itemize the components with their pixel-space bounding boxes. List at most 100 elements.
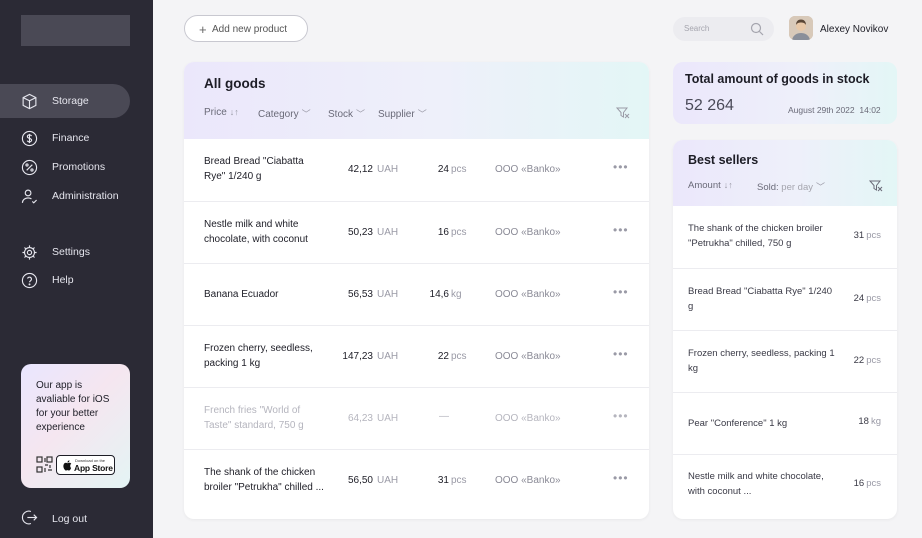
sidebar-item-label: Settings [52,246,90,258]
more-options-icon[interactable]: ••• [613,471,629,486]
qty-value: 31 [853,230,865,241]
list-item[interactable]: Bread Bread "Ciabatta Rye" 1/240 g 24 pcs [673,268,897,330]
qty-value: 22 [853,355,865,366]
sidebar-item-label: Storage [52,95,89,107]
amount-sort-label: Amount [688,180,721,191]
qty-unit: kg [451,289,462,300]
qty-unit: kg [870,416,881,427]
qty-unit: pcs [451,164,467,175]
product-price: 56,50 [347,475,373,486]
plus-icon: + [199,22,207,37]
help-icon [21,272,38,289]
sold-label: Sold: [757,182,779,193]
table-row[interactable]: Banana Ecuador 56,53 UAH 14,6 kg ООО «Ba… [184,263,649,325]
list-item[interactable]: Nestle milk and white chocolate, with co… [673,454,897,516]
list-item[interactable]: Pear "Conference" 1 kg 18 kg [673,392,897,454]
product-qty: 24 [437,164,449,175]
user-check-icon [21,189,37,204]
time-text: 14:02 [859,105,881,115]
total-stock-title: Total amount of goods in stock [685,72,870,86]
promo-text: Our app is avaliable for iOS for your be… [36,380,110,433]
bestseller-qty: 22 pcs [843,355,881,366]
qty-unit: pcs [451,475,467,486]
sort-icon: ↓↑ [229,107,239,117]
sidebar-item-label: Help [52,274,74,286]
chevron-down-icon: ﹀ [815,182,825,192]
table-row[interactable]: Nestle milk and white chocolate, with co… [184,201,649,263]
supplier: ООО «Banko» [495,289,561,300]
table-row[interactable]: Frozen cherry, seedless, packing 1 kg 14… [184,325,649,387]
username[interactable]: Alexey Novikov [820,24,888,35]
product-price: 42,12 [347,164,373,175]
best-sellers-title: Best sellers [688,153,759,167]
currency: UAH [377,227,399,238]
search-input[interactable]: Search [673,17,774,41]
more-options-icon[interactable]: ••• [613,347,629,362]
product-name: The shank of the chicken broiler "Petruk… [204,467,324,493]
logout-button[interactable]: Log out [0,505,130,531]
add-product-button[interactable]: + Add new product [184,15,308,42]
date-text: August 29th 2022 [788,105,855,115]
sidebar-item-administration[interactable]: Administration [0,179,130,213]
qty-value: 18 [858,416,869,427]
category-filter[interactable]: Category ﹀ [258,107,311,120]
qty-value: 24 [853,293,865,304]
qty-unit: pcs [866,478,881,489]
category-filter-label: Category [258,109,299,120]
product-qty: 16 [437,227,449,238]
app-promo-card: Our app is avaliable for iOS for your be… [21,364,130,488]
list-item[interactable]: The shank of the chicken broiler "Petruk… [673,206,897,268]
all-goods-title: All goods [204,76,266,91]
gear-icon [22,245,37,260]
more-options-icon[interactable]: ••• [613,223,629,238]
bestseller-name: Bread Bread "Ciabatta Rye" 1/240 g [688,286,833,312]
chevron-down-icon: ﹀ [417,109,427,119]
store-big-text: App Store [74,463,113,473]
table-row[interactable]: Bread Bread "Ciabatta Rye" 1/240 g 42,12… [184,139,649,201]
qty-value: 16 [853,478,865,489]
currency: UAH [377,475,399,486]
product-price: 50,23 [347,227,373,238]
more-options-icon[interactable]: ••• [613,285,629,300]
sold-period-select[interactable]: Sold: per day ﹀ [757,180,825,193]
supplier: ООО «Banko» [495,164,561,175]
more-options-icon[interactable]: ••• [613,160,629,175]
search-icon[interactable] [750,22,764,36]
avatar[interactable] [789,16,813,40]
bestseller-name: Nestle milk and white chocolate, with co… [688,471,824,497]
app-store-button[interactable]: Download on the App Store [56,455,115,475]
bestseller-qty: 16 pcs [843,478,881,489]
currency: UAH [377,413,399,424]
logout-icon [21,510,38,525]
amount-sort[interactable]: Amount ↓↑ [688,180,733,191]
more-options-icon[interactable]: ••• [613,409,629,424]
clear-filter-icon[interactable] [616,107,630,119]
product-price: 147,23 [342,351,373,362]
price-filter-label: Price [204,107,227,118]
sidebar-item-help[interactable]: Help [0,263,130,297]
sidebar-item-storage[interactable]: Storage [0,84,130,118]
stock-filter[interactable]: Stock ﹀ [328,107,365,120]
sold-period-value: per day [781,182,813,193]
list-item[interactable]: Frozen cherry, seedless, packing 1 kg 22… [673,330,897,392]
table-row[interactable]: The shank of the chicken broiler "Petruk… [184,449,649,511]
box-icon [22,93,37,110]
all-goods-header: All goods Price ↓↑ Category ﹀ Stock ﹀ Suppl… [184,62,649,139]
product-name: Frozen cherry, seedless, packing 1 kg [204,343,313,369]
qty-unit: pcs [866,293,881,304]
product-qty: 14,6 [429,289,449,300]
dollar-icon [21,130,38,147]
supplier: ООО «Banko» [495,227,561,238]
currency: UAH [377,164,399,175]
qty-unit: pcs [866,355,881,366]
currency: UAH [377,289,399,300]
logo-placeholder[interactable] [21,15,130,46]
product-name: Nestle milk and white chocolate, with co… [204,219,308,245]
supplier-filter[interactable]: Supplier ﹀ [378,107,427,120]
table-row[interactable]: French fries "World of Taste" standard, … [184,387,649,449]
clear-filter-icon[interactable] [869,180,883,192]
stock-filter-label: Stock [328,109,354,120]
price-filter[interactable]: Price ↓↑ [204,107,239,118]
all-goods-card: All goods Price ↓↑ Category ﹀ Stock ﹀ Suppl… [184,62,649,519]
product-qty: 22 [437,351,449,362]
